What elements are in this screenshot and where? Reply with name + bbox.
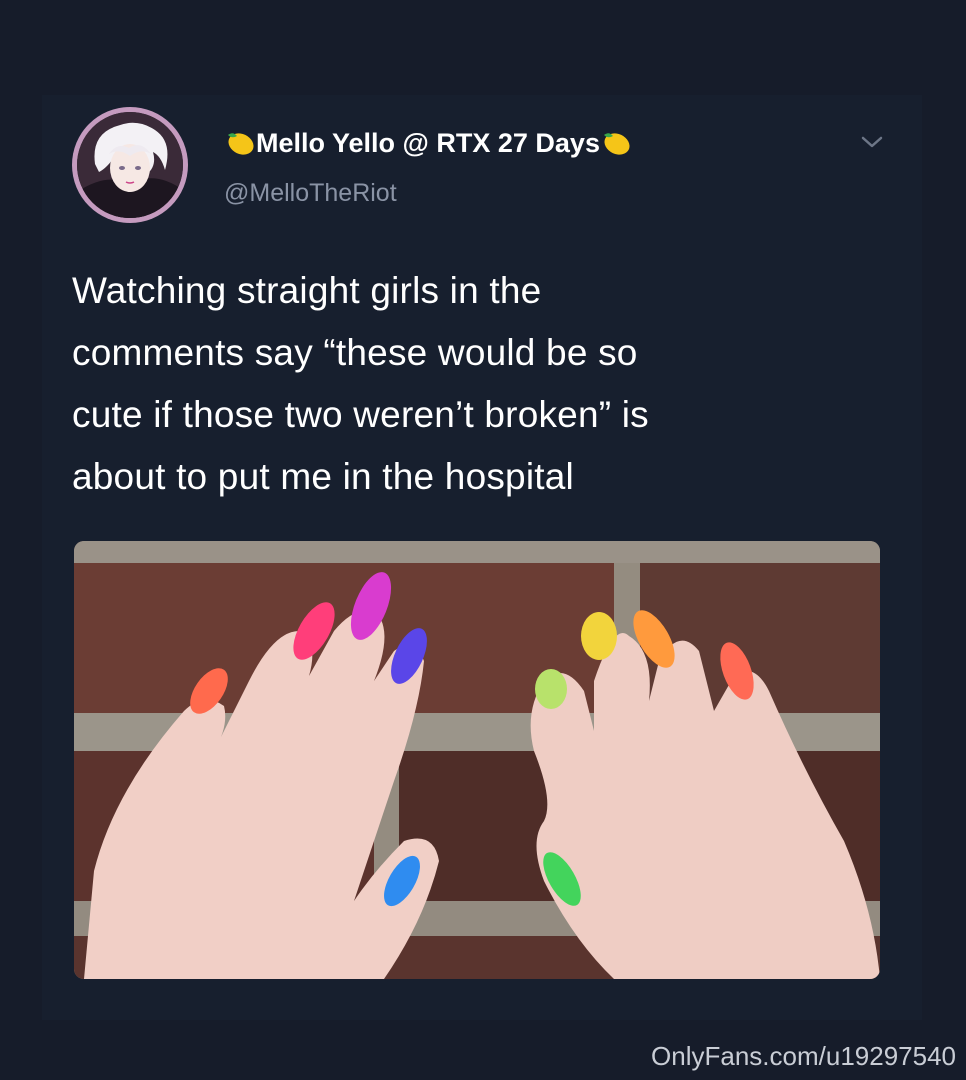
lemon-icon xyxy=(224,127,256,159)
avatar[interactable] xyxy=(72,107,188,223)
tweet-card: Mello Yello @ RTX 27 Days @MelloTheRiot … xyxy=(42,95,922,1020)
chevron-down-icon[interactable] xyxy=(857,131,887,153)
tweet-image[interactable] xyxy=(74,541,880,979)
page: Mello Yello @ RTX 27 Days @MelloTheRiot … xyxy=(0,0,966,1080)
lemon-icon xyxy=(600,127,632,159)
watermark: OnlyFans.com/u19297540 xyxy=(651,1041,956,1071)
display-name: Mello Yello @ RTX 27 Days xyxy=(256,127,600,158)
avatar-image xyxy=(77,112,183,218)
user-handle[interactable]: @MelloTheRiot xyxy=(224,179,397,208)
tweet-text-line: comments say “these would be so xyxy=(72,332,638,373)
tweet-text-line: Watching straight girls in the xyxy=(72,270,542,311)
tweet-text-line: about to put me in the hospital xyxy=(72,456,574,497)
tweet-text: Watching straight girls in the comments … xyxy=(72,260,902,508)
display-name-row[interactable]: Mello Yello @ RTX 27 Days xyxy=(224,123,632,163)
tweet-text-line: cute if those two weren’t broken” is xyxy=(72,394,649,435)
